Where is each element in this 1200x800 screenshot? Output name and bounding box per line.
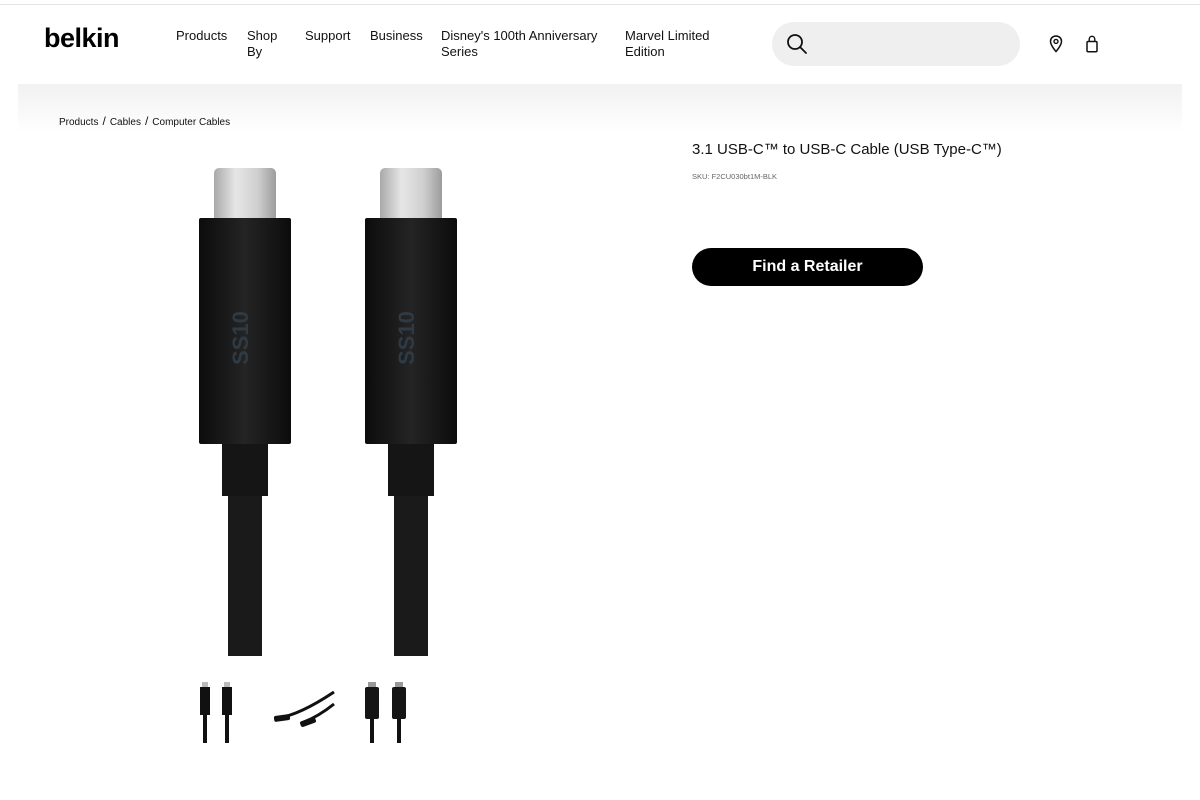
usb-ss10-marking-right: SS10 — [394, 311, 419, 365]
shopping-bag-icon[interactable] — [1085, 35, 1099, 58]
nav-shop-by-label-line1: Shop — [247, 28, 278, 43]
search-icon[interactable] — [786, 33, 808, 55]
location-pin-icon[interactable] — [1049, 35, 1063, 58]
search-input[interactable] — [818, 22, 1007, 68]
nav-marvel-label-line1: Marvel Limited — [625, 28, 710, 43]
nav-support-label: Support — [305, 28, 351, 43]
breadcrumb-separator: / — [144, 114, 149, 128]
find-a-retailer-button[interactable]: Find a Retailer — [692, 248, 923, 286]
usb-c-connector-left: SS10 — [199, 168, 291, 656]
nav-business[interactable]: Business — [370, 28, 423, 44]
thumbnail-3[interactable] — [353, 676, 421, 746]
breadcrumb-computer-cables[interactable]: Computer Cables — [152, 117, 230, 128]
nav-disney-100th[interactable]: Disney's 100th Anniversary Series — [441, 28, 597, 60]
breadcrumb-cables[interactable]: Cables — [110, 117, 141, 128]
nav-support[interactable]: Support — [305, 28, 351, 44]
nav-disney-label-line1: Disney's 100th Anniversary — [441, 28, 598, 43]
site-header: belkin Products Shop By Support Business… — [0, 5, 1200, 85]
breadcrumb-products[interactable]: Products — [59, 117, 98, 128]
belkin-logo[interactable]: belkin — [44, 23, 120, 54]
product-sku: SKU: F2CU030bt1M-BLK — [692, 172, 778, 181]
breadcrumb: Products / Cables / Computer Cables — [59, 114, 230, 128]
breadcrumb-separator: / — [102, 114, 106, 128]
nav-products-label: Products — [176, 28, 228, 43]
thumbnail-2[interactable] — [270, 676, 338, 746]
nav-business-label: Business — [370, 28, 423, 43]
usb-c-connector-right: SS10 — [365, 168, 457, 656]
nav-products[interactable]: Products — [176, 28, 227, 44]
nav-disney-label-line2: Series — [441, 44, 478, 59]
product-title: 3.1 USB-C™ to USB-C Cable (USB Type-C™) — [692, 141, 1002, 158]
thumbnail-1[interactable] — [185, 676, 253, 746]
product-main-image[interactable]: SS10 SS10 — [180, 160, 480, 660]
usb-ss10-marking-left: SS10 — [228, 311, 253, 365]
search-box[interactable] — [772, 22, 1020, 68]
nav-shop-by[interactable]: Shop By — [247, 28, 277, 60]
nav-marvel-limited-edition[interactable]: Marvel Limited Edition — [625, 28, 710, 60]
nav-shop-by-label-line2: By — [247, 44, 263, 59]
nav-marvel-label-line2: Edition — [625, 44, 665, 59]
